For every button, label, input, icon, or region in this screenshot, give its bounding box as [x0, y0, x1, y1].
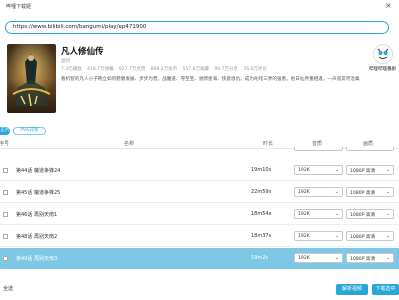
video-quality-select[interactable]: 1080P 高清 ⌄ [346, 231, 394, 241]
url-input[interactable]: https://www.bilibili.com/bangumi/play/ep… [5, 21, 389, 34]
table-row[interactable]: 第45话 魔道争锋25 22m59s 192K ⌄ 1080P 高清 ⌄ [0, 182, 399, 203]
row-checkbox[interactable] [3, 256, 8, 261]
audio-quality-select[interactable]: 192K ⌄ [294, 209, 343, 219]
audio-quality-select[interactable]: 192K ⌄ [294, 165, 343, 175]
chevron-down-icon: ⌄ [334, 255, 339, 261]
chevron-down-icon: ⌄ [335, 147, 339, 149]
video-stats: 7.3亿播放 418.7万弹幕 927.7万点赞 899.2万投币 557.8万… [61, 66, 361, 72]
select-all-label[interactable]: 全选 [3, 285, 13, 292]
video-description: 看机智的凡人小子韩立如何稳健发展、步步为营，战魔道、夺至宝、驰骋星海、快意恩仇，… [61, 77, 360, 82]
header-video: 画质 [363, 141, 374, 147]
video-quality-value: 1080P 高清 [350, 169, 376, 174]
tab-pv-extras[interactable]: PV&花絮 [13, 127, 46, 135]
header-audio: 音质 [312, 141, 323, 147]
audio-quality-select[interactable]: 192K ⌄ [294, 253, 343, 263]
header-name: 名称 [124, 141, 135, 147]
stat-coin: 899.2万投币 [150, 67, 178, 72]
row-checkbox[interactable] [3, 168, 8, 173]
audio-quality-value: 192K [298, 212, 310, 217]
episode-duration: 19m10s [251, 167, 272, 173]
video-quality-value: 1080P 高清 [350, 257, 376, 262]
chevron-down-icon: ⌄ [385, 167, 390, 173]
table-row[interactable]: 第44话 魔道争锋24 19m10s 192K ⌄ 1080P 高清 ⌄ [0, 160, 399, 181]
window-title: 哔哩下载姬 [6, 4, 32, 10]
audio-quality-value: 192K [298, 234, 310, 239]
audio-quality-select[interactable]: 192K ⌄ [294, 187, 343, 197]
chevron-down-icon: ⌄ [386, 147, 390, 149]
cover-image [7, 44, 56, 113]
close-icon[interactable]: × [385, 1, 392, 11]
chevron-down-icon: ⌄ [385, 211, 390, 217]
video-quality-value: 1080P 高清 [350, 213, 376, 218]
stat-danmaku: 418.7万弹幕 [87, 67, 114, 72]
title-bar: 哔哩下载姬 × [0, 0, 399, 12]
episode-duration: 18m37s [251, 233, 272, 239]
episode-name: 第48话 再别天南2 [16, 234, 58, 240]
table-row[interactable]: 第48话 再别天南2 18m37s 192K ⌄ 1080P 高清 ⌄ [0, 226, 399, 247]
video-quality-select[interactable]: ⌄ [346, 147, 394, 151]
episode-duration: 22m59s [251, 189, 272, 195]
url-input-value[interactable]: https://www.bilibili.com/bangumi/play/ep… [13, 24, 146, 30]
audio-quality-value: 192K [298, 168, 310, 173]
table-row-partial: ⌄ ⌄ [0, 147, 399, 152]
audio-quality-value: 192K [298, 190, 310, 195]
video-quality-select[interactable]: 1080P 高清 ⌄ [346, 165, 394, 175]
audio-quality-value: 192K [298, 256, 310, 261]
chevron-down-icon: ⌄ [334, 189, 339, 195]
video-quality-select[interactable]: 1080P 高清 ⌄ [346, 253, 394, 263]
chevron-down-icon: ⌄ [385, 189, 390, 195]
audio-quality-select[interactable]: 192K ⌄ [294, 231, 343, 241]
episode-duration: 18m54s [251, 211, 272, 217]
video-quality-value: 1080P 高清 [350, 191, 376, 196]
audio-quality-select[interactable]: ⌄ [294, 147, 343, 151]
episode-name: 第46话 再别天南1 [16, 212, 58, 218]
stat-like: 927.7万点赞 [118, 67, 146, 72]
episode-duration: 19m2s [251, 255, 269, 261]
episode-name: 第49话 再别天南3 [16, 256, 58, 262]
stat-share: 99.7万分享 [214, 67, 238, 72]
row-checkbox[interactable] [3, 212, 8, 217]
video-quality-value: 1080P 高清 [350, 235, 376, 240]
uploader[interactable]: 哔哩哔哩番剧 [366, 44, 399, 72]
table-row-selected[interactable]: 第49话 再别天南3 19m2s 192K ⌄ 1080P 高清 ⌄ [0, 248, 399, 269]
video-category: 国创 [61, 59, 70, 64]
chevron-down-icon: ⌄ [334, 167, 339, 173]
video-title: 凡人修仙传 [61, 47, 104, 57]
stat-play: 7.3亿播放 [61, 67, 82, 72]
tab-main-episodes[interactable]: 正片 [0, 127, 10, 135]
stat-favorite: 557.8万收藏 [182, 67, 209, 72]
row-checkbox[interactable] [3, 190, 8, 195]
table-row[interactable]: 第46话 再别天南1 18m54s 192K ⌄ 1080P 高清 ⌄ [0, 204, 399, 225]
download-selected-button[interactable]: 下载选中 [372, 284, 399, 295]
chevron-down-icon: ⌄ [334, 211, 339, 217]
chevron-down-icon: ⌄ [385, 233, 390, 239]
episode-name: 第45话 魔道争锋25 [16, 190, 61, 196]
chevron-down-icon: ⌄ [385, 255, 390, 261]
header-duration: 时长 [263, 141, 274, 147]
row-checkbox[interactable] [3, 234, 8, 239]
avatar[interactable] [372, 44, 393, 64]
bottom-bar: 全选 解析视频 下载选中 [0, 276, 399, 300]
stat-comment: 76.0万评论 [243, 67, 267, 72]
chevron-down-icon: ⌄ [334, 233, 339, 239]
header-number: 序号 [0, 141, 10, 147]
video-quality-select[interactable]: 1080P 高清 ⌄ [346, 187, 394, 197]
parse-video-button[interactable]: 解析视频 [336, 284, 368, 295]
episode-name: 第44话 魔道争锋24 [16, 168, 61, 174]
video-quality-select[interactable]: 1080P 高清 ⌄ [346, 209, 394, 219]
uploader-name: 哔哩哔哩番剧 [369, 67, 396, 72]
